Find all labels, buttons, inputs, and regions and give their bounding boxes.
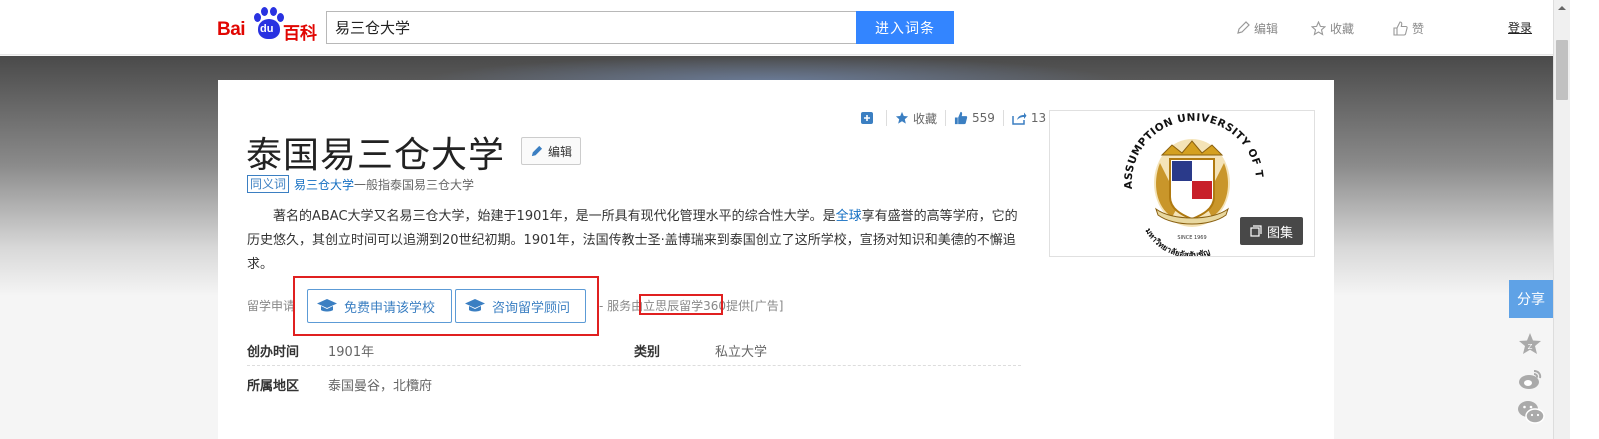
entry-tools: 收藏 559 13 bbox=[860, 109, 1046, 127]
like-button[interactable]: 559 bbox=[954, 111, 995, 125]
top-bar: Bai du 百科 进入词条 编辑 收藏 赞 登录 bbox=[0, 0, 1553, 55]
star-outline-icon bbox=[1311, 20, 1326, 36]
edit-entry-label: 编辑 bbox=[547, 144, 572, 159]
top-edit-label: 编辑 bbox=[1254, 21, 1279, 36]
thumbs-up-icon bbox=[954, 111, 968, 125]
wechat-icon[interactable] bbox=[1517, 398, 1545, 430]
page-title: 泰国易三仓大学 bbox=[246, 135, 506, 176]
enter-entry-button[interactable]: 进入词条 bbox=[856, 11, 954, 44]
info-key: 所属地区 bbox=[247, 379, 300, 394]
share-count: 13 bbox=[1030, 111, 1047, 125]
synonym-description: 一般指泰国易三仓大学 bbox=[354, 177, 475, 192]
share-icon bbox=[1012, 112, 1027, 125]
top-like-label: 赞 bbox=[1412, 21, 1425, 36]
thumbs-up-outline-icon bbox=[1393, 20, 1408, 36]
highlight-box-provider bbox=[639, 294, 723, 315]
study-abroad-label: 留学申请 bbox=[247, 298, 296, 313]
free-apply-button[interactable]: 免费申请该学校 bbox=[307, 289, 452, 323]
seal-bottom-text: มหาวิทยาลัยอัสสัมชัญ bbox=[1143, 227, 1211, 260]
info-key: 创办时间 bbox=[247, 345, 300, 360]
album-icon bbox=[1250, 225, 1262, 237]
album-label: 图集 bbox=[1266, 225, 1293, 241]
info-key: 类别 bbox=[634, 345, 661, 360]
consult-advisor-label: 咨询留学顾问 bbox=[492, 300, 571, 316]
weibo-icon[interactable] bbox=[1517, 366, 1543, 396]
info-value: 泰国曼谷，北欖府 bbox=[328, 379, 433, 394]
scroll-thumb[interactable] bbox=[1556, 40, 1568, 100]
window-edge bbox=[1570, 0, 1599, 439]
info-value: 1901年 bbox=[328, 345, 375, 360]
free-apply-label: 免费申请该学校 bbox=[344, 300, 436, 316]
info-value-category: 私立大学 bbox=[715, 341, 767, 360]
top-collect-link[interactable]: 收藏 bbox=[1311, 18, 1354, 38]
baidu-share-icon[interactable]: Z bbox=[1517, 331, 1543, 361]
info-row-founded: 创办时间 bbox=[247, 341, 299, 360]
add-entry-button[interactable] bbox=[860, 111, 878, 125]
graduation-cap-icon bbox=[317, 299, 337, 312]
share-button[interactable]: 分享 bbox=[1509, 280, 1553, 318]
logo-du: du bbox=[260, 23, 274, 35]
info-row-region: 所属地区 bbox=[247, 375, 299, 394]
svg-text:Z: Z bbox=[1528, 343, 1533, 351]
pencil-icon bbox=[1237, 21, 1250, 34]
image-album-button[interactable]: 图集 bbox=[1240, 217, 1303, 245]
plus-square-icon bbox=[861, 112, 873, 124]
login-link[interactable]: 登录 bbox=[1508, 19, 1532, 36]
entry-summary: 著名的ABAC大学又名易三仓大学，始建于1901年，是一所具有现代化管理水平的综… bbox=[247, 205, 1019, 277]
logo-bai: Bai bbox=[217, 19, 246, 40]
edit-entry-button[interactable]: 编辑 bbox=[521, 137, 581, 165]
logo-baike: 百科 bbox=[283, 24, 317, 44]
consult-advisor-button[interactable]: 咨询留学顾问 bbox=[455, 289, 586, 323]
info-row-category: 类别 bbox=[634, 341, 660, 360]
paw-icon: du bbox=[253, 7, 284, 41]
info-value-region: 泰国曼谷，北欖府 bbox=[328, 375, 432, 394]
top-like-link[interactable]: 赞 bbox=[1393, 18, 1424, 38]
info-value-founded: 1901年 bbox=[328, 341, 374, 360]
search-input[interactable] bbox=[326, 11, 857, 44]
provider-prefix: - 服务由 bbox=[599, 299, 644, 313]
synonym-line: 同义词 易三仓大学 一般指泰国易三仓大学 bbox=[247, 175, 474, 193]
baidu-baike-logo[interactable]: Bai du 百科 bbox=[217, 7, 321, 44]
collect-button[interactable]: 收藏 bbox=[895, 110, 937, 127]
synonym-tag[interactable]: 同义词 bbox=[247, 175, 290, 193]
collect-label: 收藏 bbox=[913, 111, 938, 126]
pencil-icon bbox=[531, 145, 543, 156]
top-edit-link[interactable]: 编辑 bbox=[1236, 18, 1278, 38]
synonym-link[interactable]: 易三仓大学 bbox=[294, 176, 354, 193]
summary-link-global[interactable]: 全球 bbox=[836, 209, 862, 224]
top-collect-label: 收藏 bbox=[1330, 21, 1355, 36]
info-divider bbox=[247, 365, 1021, 366]
share-count-button[interactable]: 13 bbox=[1012, 111, 1046, 125]
seal-year-text: SINCE 1969 bbox=[1177, 235, 1206, 241]
page-scrollbar[interactable] bbox=[1553, 0, 1570, 439]
summary-text-1: 著名的ABAC大学又名易三仓大学，始建于1901年，是一所具有现代化管理水平的综… bbox=[273, 209, 836, 224]
info-value: 私立大学 bbox=[715, 345, 768, 360]
svg-text:มหาวิทยาลัยอัสสัมชัญ: มหาวิทยาลัยอัสสัมชัญ bbox=[1143, 227, 1211, 256]
graduation-cap-icon bbox=[465, 299, 485, 312]
like-count: 559 bbox=[972, 111, 995, 125]
scroll-up-arrow-icon[interactable] bbox=[1554, 0, 1570, 16]
provider-suffix: 提供[广告] bbox=[726, 299, 784, 313]
star-icon bbox=[895, 111, 909, 124]
